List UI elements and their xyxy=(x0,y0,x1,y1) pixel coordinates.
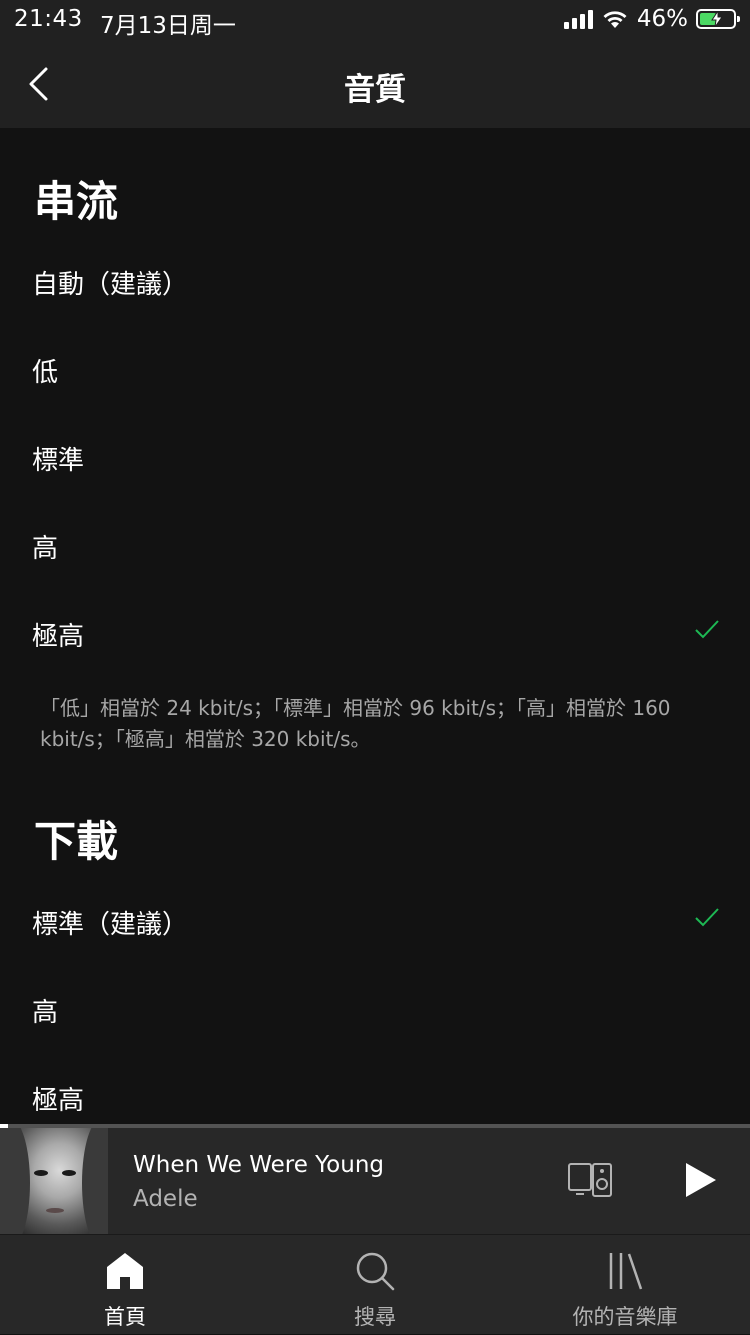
connect-devices-button[interactable] xyxy=(566,1160,616,1200)
devices-icon xyxy=(568,1163,612,1197)
option-label: 極高 xyxy=(32,622,85,652)
download-option-normal[interactable]: 標準（建議） xyxy=(0,884,750,964)
tab-home[interactable]: 首頁 xyxy=(0,1235,250,1335)
streaming-option-auto[interactable]: 自動（建議） xyxy=(0,244,750,324)
signal-icon xyxy=(563,9,593,29)
streaming-option-low[interactable]: 低 xyxy=(0,332,750,412)
battery-percent: 46% xyxy=(636,6,688,32)
album-art[interactable] xyxy=(0,1128,108,1234)
section-heading-streaming: 串流 xyxy=(34,177,119,226)
playback-progress-bar xyxy=(0,1124,750,1128)
checkmark-icon xyxy=(695,908,719,927)
download-option-high[interactable]: 高 xyxy=(0,972,750,1052)
track-title: When We Were Young xyxy=(133,1152,384,1178)
battery-charging-icon xyxy=(696,9,740,29)
streaming-bitrate-note: 「低」相當於 24 kbit/s；「標準」相當於 96 kbit/s；「高」相當… xyxy=(40,696,671,751)
status-date: 7月13日周一 xyxy=(100,13,236,39)
page-title: 音質 xyxy=(344,72,406,108)
tab-home-label: 首頁 xyxy=(104,1305,146,1329)
status-indicators: 46% xyxy=(563,6,740,32)
home-icon xyxy=(107,1253,143,1289)
option-label: 標準 xyxy=(32,446,85,476)
tab-search[interactable]: 搜尋 xyxy=(250,1235,500,1335)
section-heading-download: 下載 xyxy=(34,817,119,866)
tab-search-label: 搜尋 xyxy=(354,1305,396,1329)
status-time: 21:43 xyxy=(14,6,83,32)
option-label: 高 xyxy=(32,534,59,564)
mini-player[interactable]: When We Were Young Adele xyxy=(0,1124,750,1234)
tab-library-label: 你的音樂庫 xyxy=(572,1305,678,1329)
wifi-icon xyxy=(603,11,627,28)
status-bar: 21:43 7月13日周一 46% xyxy=(0,0,750,40)
download-option-very-high[interactable]: 極高 xyxy=(0,1060,750,1124)
navigation-bar: 音質 xyxy=(0,40,750,128)
track-artist: Adele xyxy=(133,1186,198,1212)
play-button[interactable] xyxy=(680,1160,720,1200)
tab-library[interactable]: 你的音樂庫 xyxy=(500,1235,750,1335)
settings-content[interactable]: 串流 自動（建議） 低 標準 高 極高 「低」相當於 24 kbit/s；「標準… xyxy=(0,128,750,1124)
checkmark-icon xyxy=(695,620,719,639)
option-label: 標準（建議） xyxy=(32,910,189,940)
streaming-option-high[interactable]: 高 xyxy=(0,508,750,588)
search-icon xyxy=(356,1252,395,1291)
option-label: 極高 xyxy=(32,1086,85,1116)
option-label: 低 xyxy=(32,358,59,388)
option-label: 自動（建議） xyxy=(32,270,189,300)
streaming-option-normal[interactable]: 標準 xyxy=(0,420,750,500)
option-label: 高 xyxy=(32,998,59,1028)
bottom-tab-bar: 首頁 搜尋 你的音樂庫 xyxy=(0,1234,750,1334)
play-icon xyxy=(686,1163,716,1197)
library-icon xyxy=(609,1253,643,1290)
streaming-option-very-high[interactable]: 極高 xyxy=(0,596,750,676)
